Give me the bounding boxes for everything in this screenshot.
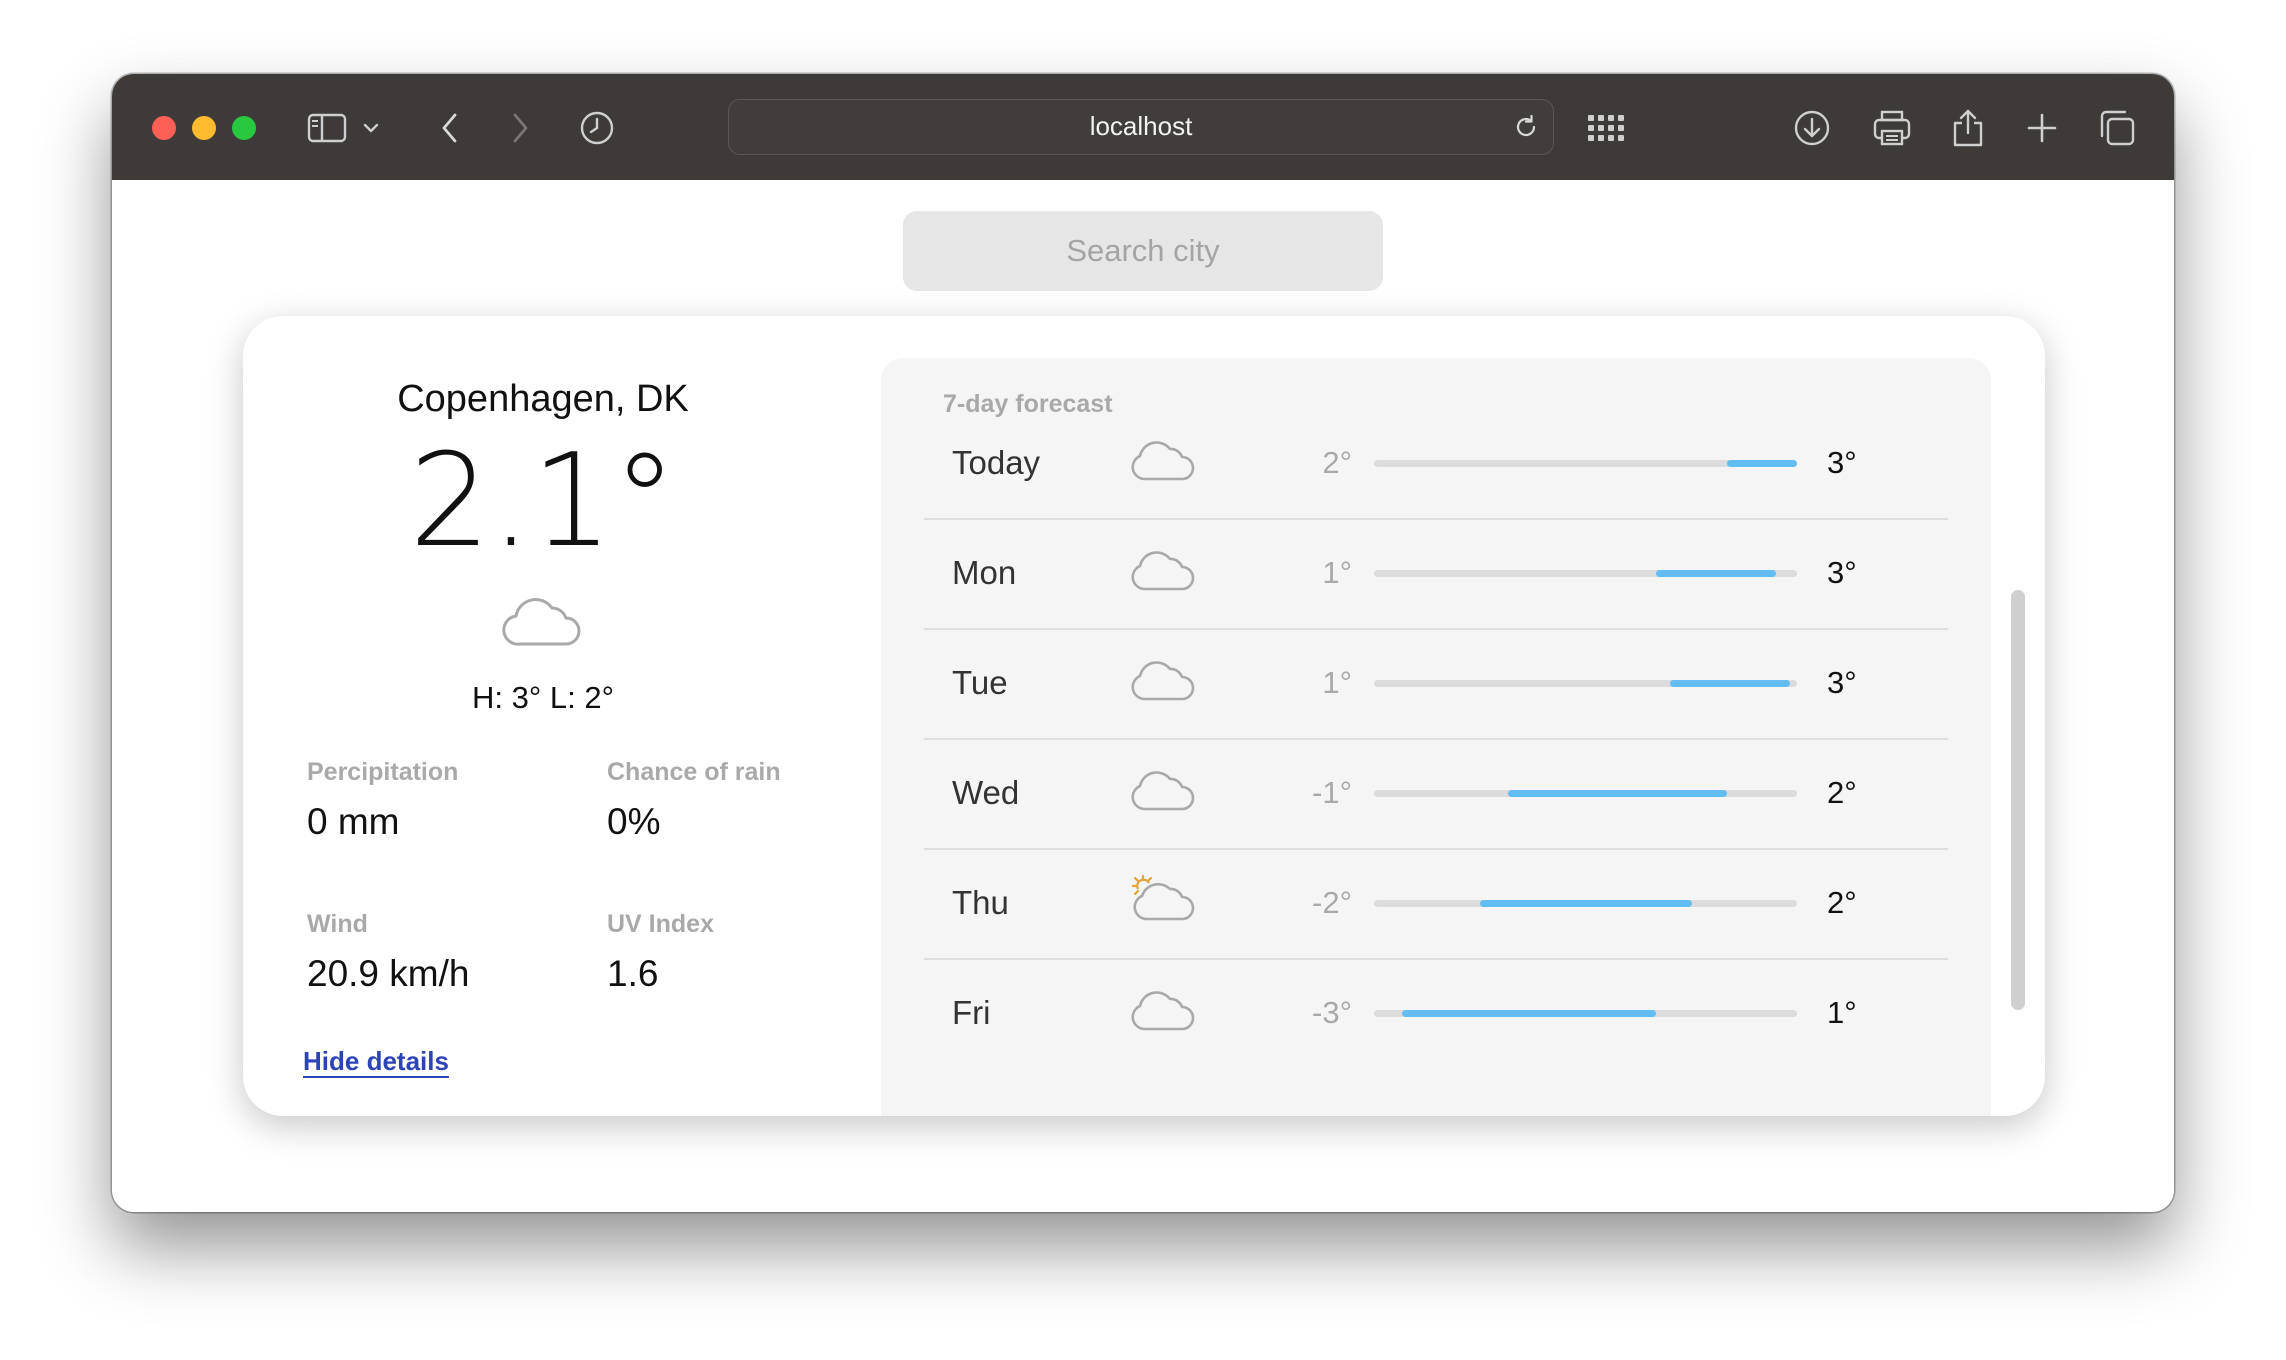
close-window-button[interactable] — [152, 116, 176, 140]
forecast-low: 1° — [1322, 555, 1352, 590]
forecast-scrollbar[interactable] — [2011, 590, 2025, 1010]
tab-overview-icon[interactable] — [2091, 102, 2143, 154]
precipitation-detail: Percipitation 0 mm — [307, 758, 458, 843]
forecast-low: 1° — [1322, 665, 1352, 700]
detail-label: Percipitation — [307, 758, 459, 786]
new-tab-plus-icon[interactable] — [2016, 102, 2068, 154]
hide-details-link[interactable]: Hide details — [303, 1046, 449, 1077]
chance-of-rain-detail: Chance of rain 0% — [607, 758, 781, 843]
forecast-low: -2° — [1312, 885, 1352, 920]
forecast-day: Tue — [952, 664, 1008, 701]
forecast-row: Fri -3° 1° — [924, 958, 1948, 1068]
temperature-range-fill — [1670, 680, 1790, 687]
browser-window: localhost Copenhagen, DK 2.1 — [112, 74, 2174, 1212]
address-bar[interactable]: localhost — [728, 99, 1554, 155]
temperature-range-fill — [1508, 790, 1727, 797]
forecast-low: -3° — [1312, 995, 1352, 1030]
forecast-low: 2° — [1322, 445, 1352, 480]
search-city-input[interactable] — [903, 211, 1383, 291]
current-weather-panel: Copenhagen, DK 2.1° H: 3° L: 2° Percipit… — [243, 316, 843, 1116]
detail-label: Wind — [307, 910, 368, 938]
forecast-high: 3° — [1827, 665, 1857, 700]
temperature-range-bar — [1374, 680, 1797, 687]
share-icon[interactable] — [1942, 102, 1994, 154]
forecast-high: 3° — [1827, 445, 1857, 480]
forecast-high: 1° — [1827, 995, 1857, 1030]
page-content: Copenhagen, DK 2.1° H: 3° L: 2° Percipit… — [112, 180, 2174, 1212]
cloud-icon — [1129, 658, 1197, 709]
detail-value: 0 mm — [307, 801, 400, 842]
minimize-window-button[interactable] — [192, 116, 216, 140]
detail-value: 0% — [607, 801, 661, 842]
forecast-high: 2° — [1827, 885, 1857, 920]
forecast-day: Thu — [952, 884, 1009, 921]
forecast-panel: 7-day forecast Today 2° 3° Mon 1° 3° Tue 1° 3° We… — [881, 358, 1991, 1116]
forecast-high: 3° — [1827, 555, 1857, 590]
wind-detail: Wind 20.9 km/h — [307, 910, 469, 995]
forecast-high: 2° — [1827, 775, 1857, 810]
temperature-range-fill — [1727, 460, 1797, 467]
reload-icon[interactable] — [1509, 110, 1543, 144]
high-low-temperature: H: 3° L: 2° — [472, 680, 614, 715]
grid-apps-icon[interactable] — [1580, 102, 1632, 154]
forward-icon[interactable] — [494, 102, 546, 154]
forecast-row: Mon 1° 3° — [924, 518, 1948, 630]
detail-label: Chance of rain — [607, 758, 781, 786]
city-name: Copenhagen, DK — [397, 378, 689, 420]
temperature-range-bar — [1374, 570, 1797, 577]
chevron-down-icon[interactable] — [356, 102, 386, 154]
weather-card: Copenhagen, DK 2.1° H: 3° L: 2° Percipit… — [243, 316, 2045, 1116]
cloud-icon — [1129, 548, 1197, 599]
url-text: localhost — [1089, 111, 1193, 141]
back-icon[interactable] — [424, 102, 476, 154]
forecast-row: Tue 1° 3° — [924, 628, 1948, 740]
temperature-range-bar — [1374, 460, 1797, 467]
temperature-range-bar — [1374, 790, 1797, 797]
forecast-day: Fri — [952, 994, 991, 1031]
forecast-row: Wed -1° 2° — [924, 738, 1948, 850]
cloud-icon — [1129, 438, 1197, 489]
history-clock-icon[interactable] — [571, 102, 623, 154]
temperature-range-fill — [1402, 1010, 1656, 1017]
forecast-low: -1° — [1312, 775, 1352, 810]
download-icon[interactable] — [1786, 102, 1838, 154]
sidebar-toggle-icon[interactable] — [301, 102, 353, 154]
detail-label: UV Index — [607, 910, 714, 938]
forecast-row: Today 2° 3° — [924, 408, 1948, 520]
detail-value: 20.9 km/h — [307, 953, 470, 994]
cloud-icon — [502, 594, 584, 655]
temperature-range-fill — [1480, 900, 1692, 907]
forecast-day: Today — [952, 444, 1041, 481]
uv-index-detail: UV Index 1.6 — [607, 910, 714, 995]
forecast-day: Mon — [952, 554, 1017, 591]
temperature-range-bar — [1374, 1010, 1797, 1017]
cloud-icon — [1129, 988, 1197, 1039]
detail-value: 1.6 — [607, 953, 659, 994]
current-temperature: 2.1° — [409, 427, 677, 576]
cloud-icon — [1129, 768, 1197, 819]
print-icon[interactable] — [1866, 102, 1918, 154]
partly-sunny-icon — [1129, 874, 1197, 929]
temperature-range-bar — [1374, 900, 1797, 907]
temperature-range-fill — [1656, 570, 1776, 577]
forecast-row: Thu -2° 2° — [924, 848, 1948, 960]
zoom-window-button[interactable] — [232, 116, 256, 140]
forecast-day: Wed — [952, 774, 1020, 811]
browser-toolbar: localhost — [112, 74, 2174, 180]
